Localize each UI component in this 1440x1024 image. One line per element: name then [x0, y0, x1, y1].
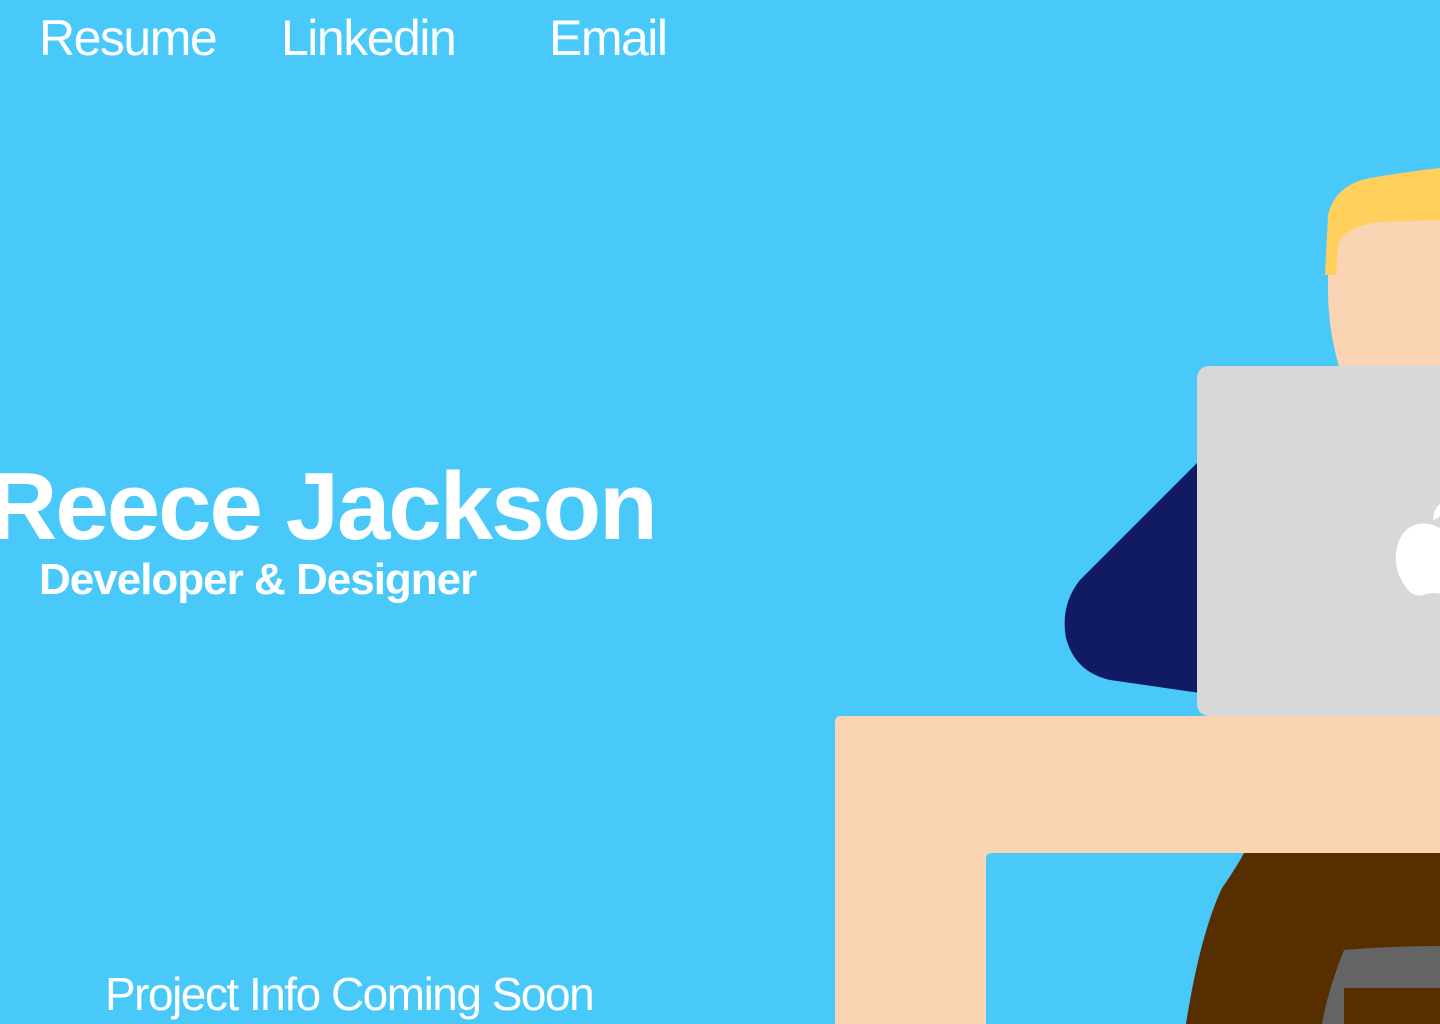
- chair: [1322, 946, 1440, 1024]
- hero-name: Reece Jackson: [0, 453, 658, 560]
- project-info-text: Project Info Coming Soon: [105, 968, 595, 1020]
- hero-subtitle: Developer & Designer: [39, 555, 477, 604]
- person-hair: [1325, 168, 1440, 275]
- apple-logo-icon: [1395, 504, 1440, 596]
- laptop: [1197, 366, 1440, 716]
- nav-linkedin-link[interactable]: Linkedin: [281, 8, 457, 68]
- desk: [835, 716, 1440, 1024]
- person-leg: [1186, 853, 1440, 1024]
- person-arm: [1064, 460, 1200, 693]
- nav-email-link[interactable]: Email: [549, 8, 668, 68]
- nav-resume-link[interactable]: Resume: [39, 8, 218, 68]
- person-head: [1328, 185, 1440, 370]
